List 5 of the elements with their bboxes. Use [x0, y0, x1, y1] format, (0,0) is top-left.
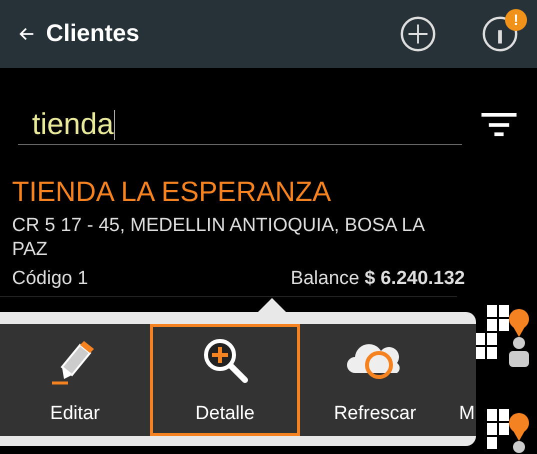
client-code: Código 1	[12, 268, 88, 290]
screen-title: Clientes	[46, 20, 140, 48]
client-address: CR 5 17 - 45, MEDELLIN ANTIOQUIA, BOSA LA PAZ	[12, 214, 426, 262]
client-balance: Balance $ 6.240.132	[290, 268, 465, 290]
alert-badge: !	[505, 9, 527, 31]
